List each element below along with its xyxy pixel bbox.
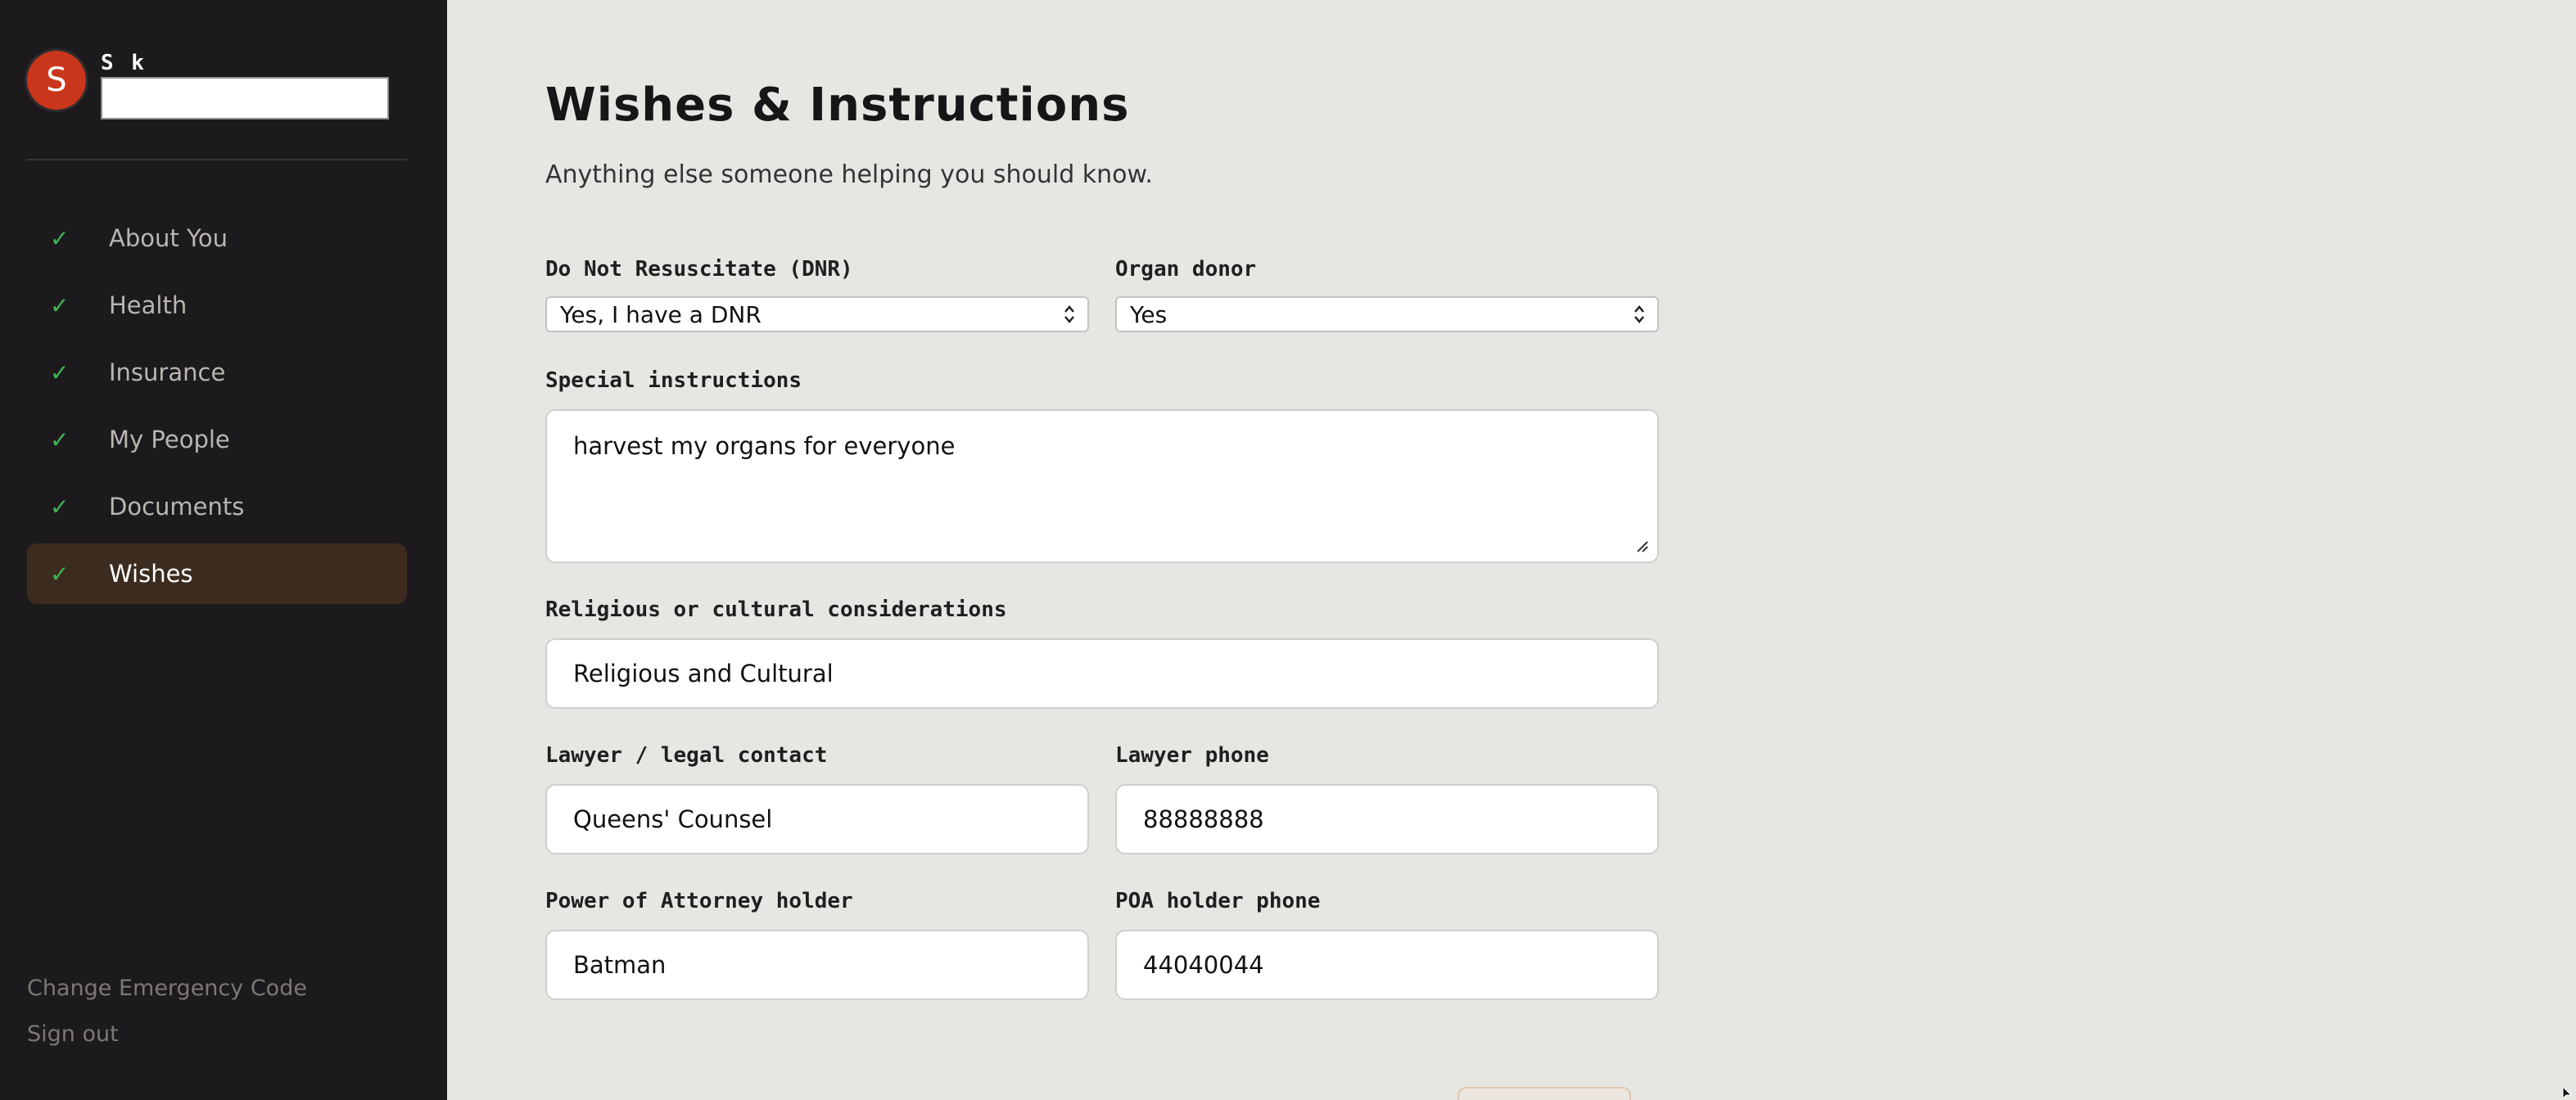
sidebar-item-label: About You bbox=[109, 224, 228, 252]
organ-donor-label: Organ donor bbox=[1115, 257, 1257, 282]
sidebar-item-documents[interactable]: ✓ Documents bbox=[27, 476, 407, 537]
sidebar-item-insurance[interactable]: ✓ Insurance bbox=[27, 342, 407, 403]
check-icon: ✓ bbox=[50, 224, 70, 252]
religious-label: Religious or cultural considerations bbox=[545, 597, 1007, 622]
check-icon: ✓ bbox=[50, 358, 70, 386]
sidebar-nav: ✓ About You ✓ Health ✓ Insurance ✓ My Pe… bbox=[27, 208, 407, 611]
app-window: S S k ✓ About You ✓ Health ✓ Insurance ✓ bbox=[0, 0, 2576, 1100]
dnr-select-value: Yes, I have a DNR bbox=[560, 300, 762, 328]
dnr-select[interactable]: Yes, I have a DNR bbox=[545, 296, 1089, 332]
lawyer-phone-input[interactable] bbox=[1115, 784, 1659, 854]
sidebar-item-label: My People bbox=[109, 426, 230, 453]
check-icon: ✓ bbox=[50, 291, 70, 319]
lawyer-label: Lawyer / legal contact bbox=[545, 743, 828, 768]
change-emergency-code-link[interactable]: Change Emergency Code bbox=[27, 976, 307, 1002]
page-subtitle: Anything else someone helping you should… bbox=[545, 160, 1153, 189]
poa-holder-input[interactable] bbox=[545, 930, 1089, 1000]
poa-phone-label: POA holder phone bbox=[1115, 889, 1321, 913]
main-content: Wishes & Instructions Anything else some… bbox=[447, 0, 2576, 1100]
organ-donor-select-value: Yes bbox=[1130, 300, 1168, 328]
sidebar-divider bbox=[27, 159, 407, 160]
sidebar-item-label: Insurance bbox=[109, 358, 226, 386]
sign-out-link[interactable]: Sign out bbox=[27, 1021, 307, 1048]
mouse-cursor-icon bbox=[2562, 1087, 2573, 1100]
select-arrows-icon bbox=[1064, 305, 1074, 323]
select-arrows-icon bbox=[1634, 305, 1644, 323]
dnr-label: Do Not Resuscitate (DNR) bbox=[545, 257, 853, 282]
profile-name-input[interactable] bbox=[101, 77, 389, 119]
sidebar-item-my-people[interactable]: ✓ My People bbox=[27, 409, 407, 470]
lawyer-phone-label: Lawyer phone bbox=[1115, 743, 1269, 768]
special-instructions-label: Special instructions bbox=[545, 368, 802, 393]
poa-holder-label: Power of Attorney holder bbox=[545, 889, 853, 913]
sidebar: S S k ✓ About You ✓ Health ✓ Insurance ✓ bbox=[0, 0, 447, 1100]
lawyer-input[interactable] bbox=[545, 784, 1089, 854]
special-instructions-textarea[interactable]: harvest my organs for everyone bbox=[545, 409, 1659, 563]
profile: S S k bbox=[27, 51, 389, 119]
sidebar-footer: Change Emergency Code Sign out bbox=[27, 976, 307, 1067]
sidebar-item-label: Documents bbox=[109, 493, 245, 521]
resize-grip-icon[interactable] bbox=[1634, 539, 1649, 553]
poa-phone-input[interactable] bbox=[1115, 930, 1659, 1000]
check-icon: ✓ bbox=[50, 493, 70, 521]
sidebar-item-about-you[interactable]: ✓ About You bbox=[27, 208, 407, 268]
page-title: Wishes & Instructions bbox=[545, 79, 1130, 132]
avatar[interactable]: S bbox=[27, 51, 86, 110]
sidebar-item-label: Wishes bbox=[109, 560, 193, 588]
organ-donor-select[interactable]: Yes bbox=[1115, 296, 1659, 332]
profile-name: S k bbox=[101, 51, 147, 75]
sidebar-item-wishes[interactable]: ✓ Wishes bbox=[27, 543, 407, 604]
sidebar-item-label: Health bbox=[109, 291, 188, 319]
check-icon: ✓ bbox=[50, 560, 70, 588]
save-button[interactable] bbox=[1457, 1087, 1631, 1100]
sidebar-item-health[interactable]: ✓ Health bbox=[27, 275, 407, 336]
check-icon: ✓ bbox=[50, 426, 70, 453]
profile-text: S k bbox=[101, 51, 389, 119]
religious-input[interactable] bbox=[545, 638, 1659, 709]
